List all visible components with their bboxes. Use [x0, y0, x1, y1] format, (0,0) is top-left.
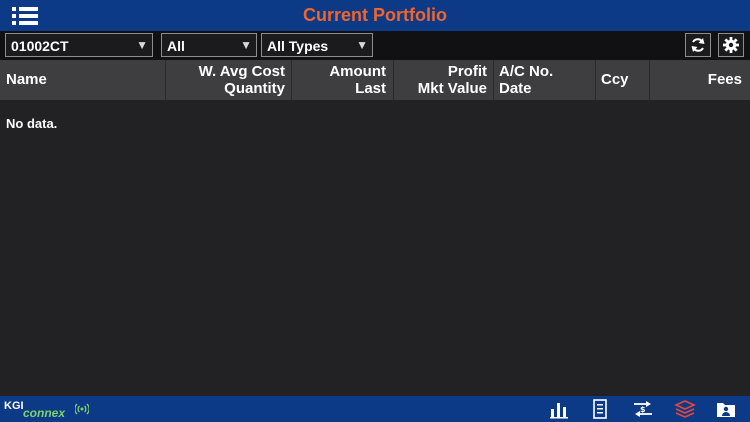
- empty-message: No data.: [6, 116, 58, 131]
- market-select[interactable]: All ▼: [161, 33, 257, 57]
- type-select[interactable]: All Types ▼: [261, 33, 373, 57]
- column-header-name[interactable]: Name: [0, 60, 166, 100]
- bottom-bar: KGI connex $: [0, 396, 750, 422]
- portfolio-icon[interactable]: [674, 399, 696, 419]
- chart-icon[interactable]: [548, 399, 570, 419]
- column-header-ac-no-date[interactable]: A/C No. Date: [494, 60, 596, 100]
- dropdown-arrow-icon: ▼: [356, 38, 368, 52]
- dropdown-arrow-icon: ▼: [240, 38, 252, 52]
- column-header-profit-mkt-value[interactable]: Profit Mkt Value: [394, 60, 494, 100]
- table-header: Name W. Avg Cost Quantity Amount Last Pr…: [0, 60, 750, 100]
- exchange-icon[interactable]: $: [632, 399, 654, 419]
- type-select-value: All Types: [267, 38, 329, 54]
- refresh-button[interactable]: [685, 33, 711, 57]
- brand-name: connex: [23, 406, 66, 420]
- column-header-amount-last[interactable]: Amount Last: [292, 60, 394, 100]
- refresh-icon: [691, 38, 705, 52]
- top-bar: Current Portfolio: [0, 0, 750, 31]
- dropdown-arrow-icon: ▼: [136, 38, 148, 52]
- gear-icon: [723, 37, 739, 53]
- column-header-wavg-cost-quantity[interactable]: W. Avg Cost Quantity: [166, 60, 292, 100]
- filter-bar: 01002CT ▼ All ▼ All Types ▼: [0, 31, 750, 60]
- signal-icon: [75, 403, 89, 415]
- svg-text:$: $: [640, 405, 646, 414]
- list-icon[interactable]: [589, 399, 611, 419]
- market-select-value: All: [167, 38, 185, 54]
- settings-button[interactable]: [718, 33, 744, 57]
- account-select-value: 01002CT: [11, 38, 69, 54]
- column-header-ccy[interactable]: Ccy: [596, 60, 650, 100]
- portfolio-list: No data.: [0, 100, 750, 396]
- account-select[interactable]: 01002CT ▼: [5, 33, 153, 57]
- account-icon[interactable]: [715, 399, 737, 419]
- column-header-fees[interactable]: Fees: [650, 60, 750, 100]
- brand-prefix: KGI: [4, 400, 24, 412]
- page-title: Current Portfolio: [303, 5, 447, 25]
